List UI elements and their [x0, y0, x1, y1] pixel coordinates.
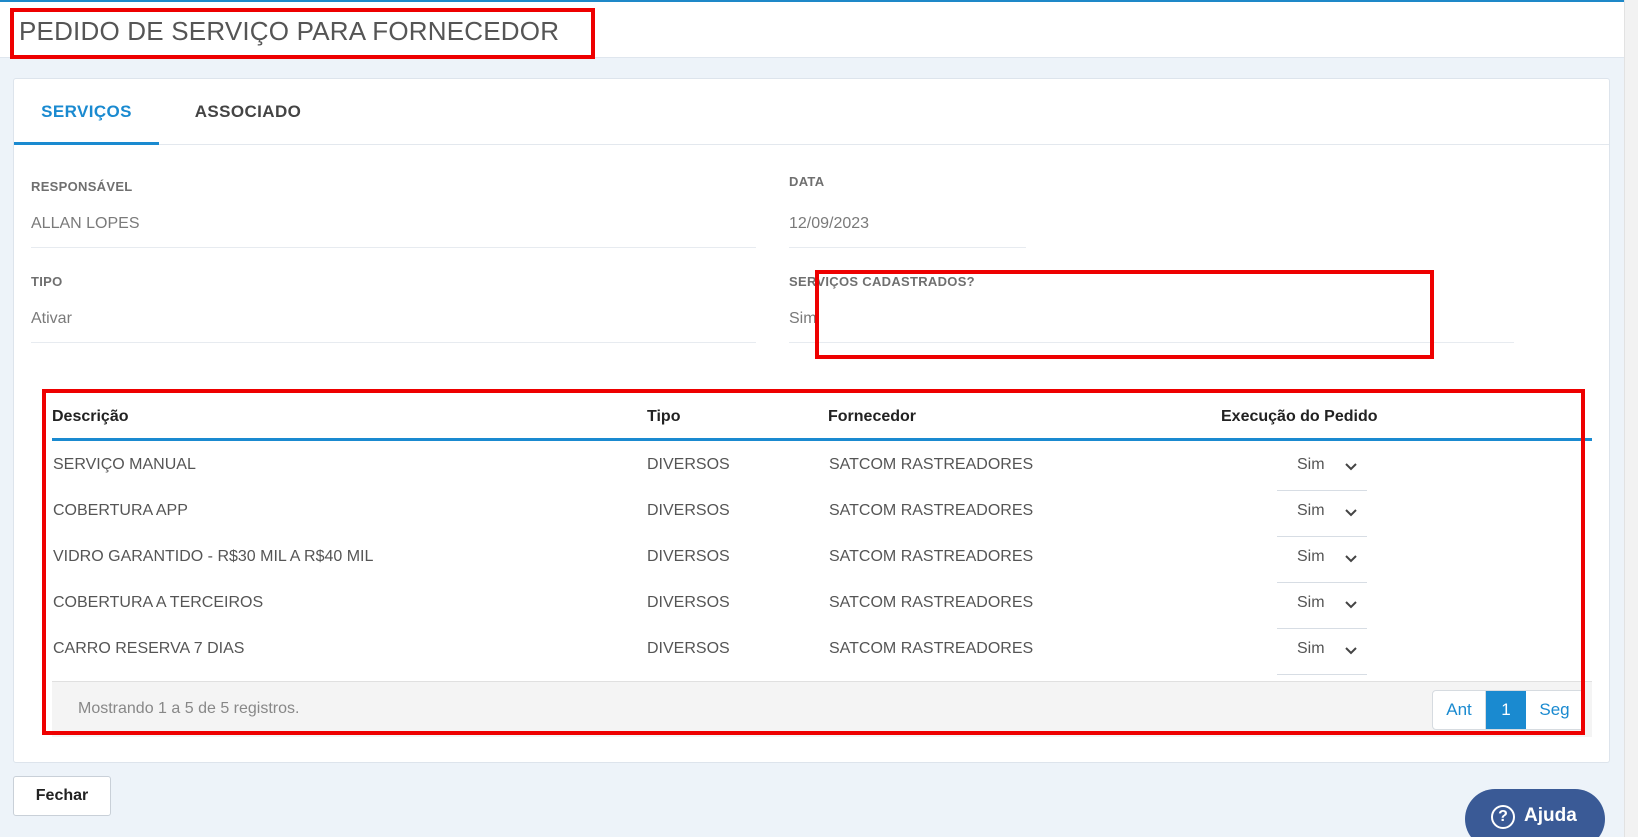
chevron-down-icon	[1345, 555, 1357, 563]
field-value-tipo: Ativar	[31, 310, 72, 327]
close-button[interactable]: Fechar	[13, 776, 111, 816]
field-divider	[31, 247, 756, 248]
column-header-execucao[interactable]: Execução do Pedido	[1221, 408, 1377, 426]
cell-tipo: DIVERSOS	[647, 456, 730, 473]
pagination-prev-button[interactable]: Ant	[1433, 691, 1486, 729]
help-button[interactable]: ? Ajuda	[1465, 789, 1605, 837]
field-label-responsavel: RESPONSÁVEL	[31, 179, 133, 194]
tab-associado[interactable]: ASSOCIADO	[178, 79, 318, 145]
chevron-down-icon	[1345, 647, 1357, 655]
table-footer: Mostrando 1 a 5 de 5 registros. Ant 1 Se…	[52, 681, 1592, 737]
cell-descricao: CARRO RESERVA 7 DIAS	[53, 640, 245, 657]
page-title: PEDIDO DE SERVIÇO PARA FORNECEDOR	[19, 16, 560, 46]
window-scrollbar[interactable]	[1624, 0, 1638, 837]
cell-tipo: DIVERSOS	[647, 640, 730, 657]
field-value-responsavel: ALLAN LOPES	[31, 215, 140, 232]
column-header-descricao[interactable]: Descrição	[52, 408, 129, 426]
column-header-fornecedor[interactable]: Fornecedor	[828, 408, 916, 426]
cell-descricao: COBERTURA A TERCEIROS	[53, 594, 264, 611]
cell-tipo: DIVERSOS	[647, 548, 730, 565]
field-data: DATA 12/09/2023	[789, 174, 1026, 249]
field-responsavel: RESPONSÁVEL ALLAN LOPES	[31, 179, 756, 249]
cell-fornecedor: SATCOM RASTREADORES	[829, 456, 1034, 473]
tab-bar: SERVIÇOS ASSOCIADO	[14, 79, 1609, 145]
field-label-tipo: TIPO	[31, 274, 63, 289]
execucao-select[interactable]: Sim	[1277, 443, 1367, 491]
cell-descricao: VIDRO GARANTIDO - R$30 MIL A R$40 MIL	[53, 548, 374, 565]
cell-fornecedor: SATCOM RASTREADORES	[829, 502, 1034, 519]
field-value-data: 12/09/2023	[789, 215, 870, 232]
field-label-data: DATA	[789, 174, 825, 189]
select-value: Sim	[1297, 594, 1325, 611]
select-value: Sim	[1297, 502, 1325, 519]
question-circle-icon: ?	[1491, 805, 1515, 829]
table-row: VIDRO GARANTIDO - R$30 MIL A R$40 MIL DI…	[52, 535, 1592, 583]
field-value-servicos-cadastrados: Sim	[789, 310, 817, 327]
column-header-tipo[interactable]: Tipo	[647, 408, 680, 426]
field-tipo: TIPO Ativar	[31, 274, 756, 344]
pagination: Ant 1 Seg	[1432, 690, 1584, 730]
table-header: Descrição Tipo Fornecedor Execução do Pe…	[52, 391, 1592, 441]
select-value: Sim	[1297, 456, 1325, 473]
field-divider	[789, 247, 1026, 248]
field-label-servicos-cadastrados: SERVIÇOS CADASTRADOS?	[789, 274, 975, 289]
select-value: Sim	[1297, 640, 1325, 657]
table-row: SERVIÇO MANUAL DIVERSOS SATCOM RASTREADO…	[52, 443, 1592, 491]
cell-descricao: SERVIÇO MANUAL	[53, 456, 196, 473]
execucao-select[interactable]: Sim	[1277, 581, 1367, 629]
main-panel: SERVIÇOS ASSOCIADO RESPONSÁVEL ALLAN LOP…	[13, 78, 1610, 763]
field-divider	[789, 342, 1514, 343]
cell-tipo: DIVERSOS	[647, 594, 730, 611]
execucao-select[interactable]: Sim	[1277, 489, 1367, 537]
tab-servicos[interactable]: SERVIÇOS	[14, 79, 159, 145]
chevron-down-icon	[1345, 463, 1357, 471]
execucao-select[interactable]: Sim	[1277, 535, 1367, 583]
cell-fornecedor: SATCOM RASTREADORES	[829, 594, 1034, 611]
cell-tipo: DIVERSOS	[647, 502, 730, 519]
chevron-down-icon	[1345, 509, 1357, 517]
pagination-page-1[interactable]: 1	[1486, 691, 1526, 729]
cell-descricao: COBERTURA APP	[53, 502, 188, 519]
select-value: Sim	[1297, 548, 1325, 565]
field-servicos-cadastrados: SERVIÇOS CADASTRADOS? Sim	[789, 274, 1514, 344]
services-table: Descrição Tipo Fornecedor Execução do Pe…	[39, 391, 1594, 741]
page-header: PEDIDO DE SERVIÇO PARA FORNECEDOR	[0, 2, 1624, 58]
pagination-next-button[interactable]: Seg	[1526, 691, 1583, 729]
table-row: COBERTURA A TERCEIROS DIVERSOS SATCOM RA…	[52, 581, 1592, 629]
execucao-select[interactable]: Sim	[1277, 627, 1367, 675]
table-row: CARRO RESERVA 7 DIAS DIVERSOS SATCOM RAS…	[52, 627, 1592, 675]
help-button-label: Ajuda	[1524, 805, 1577, 826]
table-row: COBERTURA APP DIVERSOS SATCOM RASTREADOR…	[52, 489, 1592, 537]
chevron-down-icon	[1345, 601, 1357, 609]
field-divider	[31, 342, 756, 343]
records-count: Mostrando 1 a 5 de 5 registros.	[78, 700, 300, 717]
cell-fornecedor: SATCOM RASTREADORES	[829, 640, 1034, 657]
cell-fornecedor: SATCOM RASTREADORES	[829, 548, 1034, 565]
